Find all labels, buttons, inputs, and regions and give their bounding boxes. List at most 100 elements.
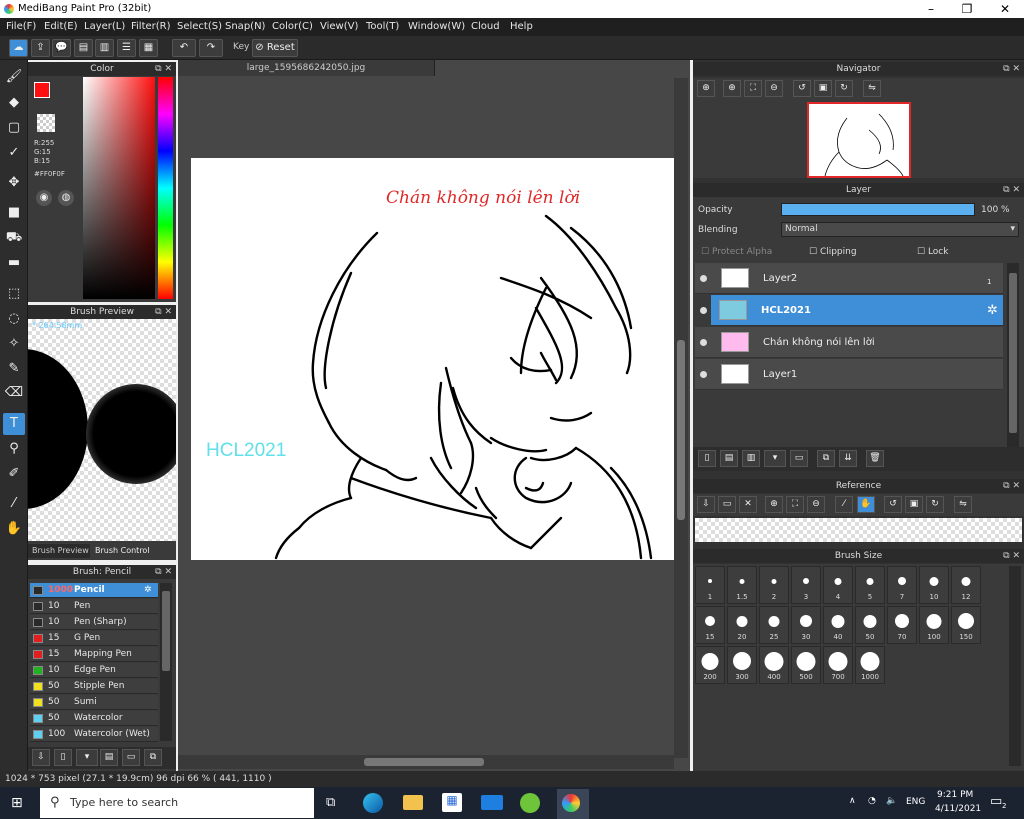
menu-help[interactable]: Help [510,21,533,32]
visibility-icon[interactable] [700,275,707,282]
zoom-in-icon[interactable]: ⊕ [765,496,783,513]
magic-wand-tool-icon[interactable]: ✧ [3,333,25,355]
brush-item[interactable]: 1000 Pencil ✲ [30,583,158,598]
select-eraser-tool-icon[interactable]: ⌫ [3,382,25,404]
undo-icon[interactable]: ↶ [172,39,196,57]
store-icon[interactable]: ▦ [442,793,462,812]
select-tool-icon[interactable]: ⬚ [3,283,25,305]
shape-tool-icon[interactable]: ▢ [3,117,25,139]
fit-window-icon[interactable]: ⛶ [744,80,762,97]
layer-row-hcl2021[interactable]: HCL2021 ✲ [711,295,1003,326]
panel-close-icon[interactable]: ⧉ ✕ [155,62,172,76]
brush-size-option[interactable]: 400 [759,646,789,684]
scroll-thumb[interactable] [1009,273,1017,433]
menu-view[interactable]: View(V) [320,21,358,32]
clock-time[interactable]: 9:21 PM [937,790,973,800]
brush-size-option[interactable]: 20 [727,606,757,644]
rotate-right-icon[interactable]: ↻ [835,80,853,97]
brush-size-option[interactable]: 7 [887,566,917,604]
brush-size-option[interactable]: 25 [759,606,789,644]
brush-size-option[interactable]: 15 [695,606,725,644]
duplicate-icon[interactable]: ⧉ [144,749,162,766]
brush-size-option[interactable]: 1 [695,566,725,604]
bucket-tool-icon[interactable]: ⛟ [3,227,25,249]
flip-icon[interactable]: ⇋ [863,80,881,97]
page-icon[interactable]: ▥ [95,39,114,57]
brush-size-option[interactable]: 300 [727,646,757,684]
rotate-right-icon[interactable]: ↻ [926,496,944,513]
saturation-value-picker[interactable] [83,77,155,299]
comment-icon[interactable]: ▤ [74,39,93,57]
windows-start-icon[interactable]: ⊞ [11,795,27,811]
navigator-thumbnail[interactable] [807,102,911,178]
brush-size-option[interactable]: 1.5 [727,566,757,604]
clock-date[interactable]: 4/11/2021 [935,804,981,814]
brush-size-option[interactable]: 40 [823,606,853,644]
visibility-icon[interactable] [700,371,707,378]
taskbar-search-box[interactable]: ⚲ Type here to search [40,788,314,818]
brush-menu-icon[interactable]: ▾ [76,749,98,766]
brush-size-scrollbar[interactable] [1009,566,1021,766]
brush-item[interactable]: 100 Watercolor (Wet) [30,727,158,742]
close-button[interactable]: ✕ [986,0,1024,18]
layer-scrollbar[interactable] [1007,263,1019,447]
menu-filter[interactable]: Filter(R) [131,21,171,32]
layer-menu-icon[interactable]: ▾ [764,450,786,467]
brush-list-scrollbar[interactable] [160,583,172,741]
file-explorer-icon[interactable] [403,795,423,810]
vertical-scrollbar[interactable] [674,78,688,758]
hand-tool-icon[interactable]: ✋ [3,518,25,540]
chevron-up-icon[interactable]: ∧ [849,796,856,806]
opacity-slider[interactable] [781,203,975,216]
new-brush-icon[interactable]: ▯ [54,749,72,766]
menu-edit[interactable]: Edit(E) [44,21,78,32]
gear-icon[interactable]: ✲ [144,583,152,598]
menu-select[interactable]: Select(S) [177,21,222,32]
new-layer-icon[interactable]: ▯ [698,450,716,467]
mail-icon[interactable] [481,795,503,810]
brush-tool-icon[interactable]: 🖌 [3,66,25,88]
brush-size-option[interactable]: 2 [759,566,789,604]
brush-item[interactable]: 15 Mapping Pen [30,647,158,662]
brush-size-option[interactable]: 100 [919,606,949,644]
lock-checkbox[interactable]: ☐ Lock [917,247,948,257]
menu-window[interactable]: Window(W) [408,21,465,32]
transparent-color-swatch[interactable] [37,114,55,132]
eyedropper-icon[interactable]: ⁄ [835,496,853,513]
gear-icon[interactable]: ✲ [987,295,998,326]
brush-item[interactable]: 10 Pen (Sharp) [30,615,158,630]
tab-document[interactable]: large_1595686242050.jpg [178,60,435,76]
brush-item[interactable]: 50 Sumi [30,695,158,710]
redo-icon[interactable]: ↷ [199,39,223,57]
dot-tool-icon[interactable]: ✓ [3,142,25,164]
visibility-icon[interactable] [700,339,707,346]
properties-icon[interactable]: ▤ [100,749,118,766]
brush-size-option[interactable]: 150 [951,606,981,644]
brush-item[interactable]: 50 Watercolor [30,711,158,726]
panel-close-icon[interactable]: ⧉ ✕ [155,305,172,319]
text-tool-icon[interactable]: T [3,413,25,435]
close-reference-icon[interactable]: ✕ [739,496,757,513]
menu-file[interactable]: File(F) [6,21,36,32]
palette-add-icon[interactable]: ◍ [58,190,74,206]
brush-size-option[interactable]: 30 [791,606,821,644]
brush-item[interactable]: 50 Stipple Pen [30,679,158,694]
network-icon[interactable]: ◔ [868,796,876,806]
menu-color[interactable]: Color(C) [272,21,313,32]
cloud-icon[interactable]: ☁ [9,39,28,57]
zoom-fit-icon[interactable]: ⊕ [697,80,715,97]
brush-size-option[interactable]: 3 [791,566,821,604]
brush-size-option[interactable]: 700 [823,646,853,684]
brush-size-option[interactable]: 200 [695,646,725,684]
task-view-icon[interactable]: ⧉ [326,795,335,810]
language-indicator[interactable]: ENG [906,797,925,807]
duplicate-layer-icon[interactable]: ⧉ [817,450,835,467]
speech-bubble-icon[interactable]: 💬 [52,39,71,57]
menu-snap[interactable]: Snap(N) [225,21,265,32]
rotate-left-icon[interactable]: ↺ [884,496,902,513]
upload-icon[interactable]: ⇪ [31,39,50,57]
blending-select[interactable]: Normal ▾ [781,222,1019,237]
brush-item[interactable]: 15 G Pen [30,631,158,646]
operation-tool-icon[interactable]: ⚲ [3,438,25,460]
hue-slider[interactable] [158,77,173,299]
